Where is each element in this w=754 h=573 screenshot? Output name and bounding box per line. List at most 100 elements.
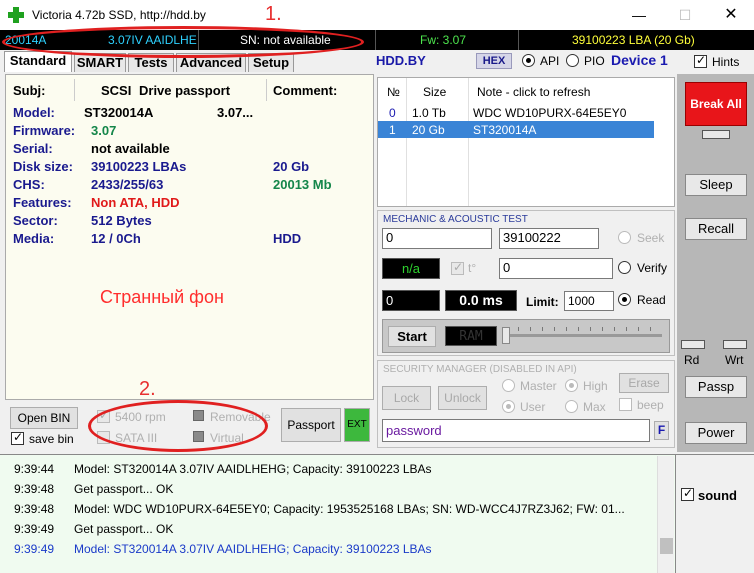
device-label[interactable]: Device 1 bbox=[611, 52, 668, 68]
passport-key: Model: bbox=[13, 105, 55, 120]
log-time: 9:39:49 bbox=[14, 542, 55, 556]
log-message: Model: ST320014A 3.07IV AAIDLHEHG; Capac… bbox=[74, 542, 432, 556]
passport-value: Non ATA, HDD bbox=[91, 195, 180, 210]
power-button[interactable]: Power bbox=[685, 422, 747, 444]
rd-label: Rd bbox=[684, 353, 700, 367]
api-radio[interactable] bbox=[522, 54, 535, 67]
erase-button[interactable]: Erase bbox=[619, 373, 669, 393]
info-separator bbox=[375, 30, 376, 50]
hdd-by-link[interactable]: HDD.BY bbox=[376, 53, 426, 68]
verify-radio[interactable] bbox=[618, 261, 631, 274]
maximize-button[interactable]: ☐ bbox=[662, 0, 708, 30]
save-bin-checkbox[interactable] bbox=[11, 430, 24, 445]
beep-checkbox[interactable] bbox=[619, 398, 632, 411]
security-title: SECURITY MANAGER (DISABLED IN API) bbox=[383, 364, 577, 375]
seek-radio[interactable] bbox=[618, 231, 631, 244]
drive-row-size: 20 Gb bbox=[412, 123, 445, 137]
log-time: 9:39:49 bbox=[14, 522, 55, 536]
passport-value: 12 / 0Ch bbox=[91, 231, 141, 246]
tab-standard[interactable]: Standard bbox=[4, 51, 72, 72]
victoria-window: Victoria 4.72b SSD, http://hdd.by — ☐ ✕ … bbox=[0, 0, 754, 573]
unlock-button[interactable]: Unlock bbox=[438, 386, 487, 410]
passport-key: CHS: bbox=[13, 177, 45, 192]
passport-key: Sector: bbox=[13, 213, 58, 228]
pio-radio[interactable] bbox=[566, 54, 579, 67]
app-cross-icon bbox=[8, 7, 24, 23]
drive-list-row-selected[interactable]: 1 20 Gb ST320014A bbox=[378, 121, 654, 138]
max-radio[interactable] bbox=[565, 400, 578, 413]
master-label: Master bbox=[520, 379, 557, 393]
annotation-ellipse-1 bbox=[2, 26, 364, 58]
end-lba-input[interactable]: 39100222 bbox=[499, 228, 599, 249]
passport-chs-extra: 20013 Mb bbox=[273, 177, 332, 192]
temperature-label: t° bbox=[468, 261, 477, 275]
drive-list-header-size[interactable]: Size bbox=[423, 85, 446, 99]
limit-label: Limit: bbox=[526, 295, 559, 309]
close-button[interactable]: ✕ bbox=[708, 0, 754, 30]
slider-tick bbox=[518, 327, 519, 331]
log-message: Model: WDC WD10PURX-64E5EY0; Capacity: 1… bbox=[74, 502, 625, 516]
passport-value: 512 Bytes bbox=[91, 213, 152, 228]
drive-row-num: 0 bbox=[389, 106, 396, 120]
lock-button[interactable]: Lock bbox=[382, 386, 431, 410]
passport-model-extra: 3.07... bbox=[217, 105, 254, 120]
comment-header: Comment: bbox=[273, 83, 338, 98]
high-radio[interactable] bbox=[565, 379, 578, 392]
access-time-display: 0.0 ms bbox=[445, 290, 517, 311]
log-scrollbar-thumb[interactable] bbox=[660, 538, 673, 554]
passp-button[interactable]: Passp bbox=[685, 376, 747, 398]
drive-list-separator bbox=[468, 78, 469, 206]
user-radio[interactable] bbox=[502, 400, 515, 413]
ext-button[interactable]: EXT bbox=[344, 408, 370, 442]
temperature-checkbox[interactable] bbox=[451, 260, 464, 275]
slider-tick bbox=[542, 327, 543, 331]
password-input[interactable]: password bbox=[382, 419, 650, 442]
break-all-button[interactable]: Break All bbox=[685, 82, 747, 126]
speed-slider-track[interactable] bbox=[507, 334, 662, 337]
seek-label: Seek bbox=[637, 231, 665, 245]
drive-list-row[interactable]: 0 1.0 Tb WDC WD10PURX-64E5EY0 bbox=[378, 104, 674, 121]
sleep-button[interactable]: Sleep bbox=[685, 174, 747, 196]
header-separator bbox=[266, 79, 267, 101]
sound-checkbox[interactable] bbox=[681, 486, 694, 501]
read-radio[interactable] bbox=[618, 293, 631, 306]
passport-key: Firmware: bbox=[13, 123, 76, 138]
header-separator bbox=[74, 79, 75, 101]
annotation-ellipse-2 bbox=[88, 400, 268, 452]
limit-input[interactable]: 1000 bbox=[564, 291, 614, 311]
log-message: Get passport... OK bbox=[74, 522, 174, 536]
hex-button[interactable]: HEX bbox=[476, 53, 512, 69]
drive-list-header-note[interactable]: Note - click to refresh bbox=[477, 85, 590, 99]
title-bar: Victoria 4.72b SSD, http://hdd.by — ☐ ✕ bbox=[0, 0, 754, 30]
minimize-button[interactable]: — bbox=[616, 0, 662, 30]
passport-button[interactable]: Passport bbox=[281, 408, 341, 442]
slider-tick bbox=[566, 327, 567, 331]
slider-tick bbox=[590, 327, 591, 331]
drive-list: № Size Note - click to refresh 0 1.0 Tb … bbox=[377, 77, 675, 207]
password-f-button[interactable]: F bbox=[654, 421, 669, 440]
open-bin-button[interactable]: Open BIN bbox=[10, 407, 78, 429]
security-manager-panel: SECURITY MANAGER (DISABLED IN API) Lock … bbox=[377, 360, 675, 448]
drive-list-header-num[interactable]: № bbox=[387, 85, 400, 99]
max-label: Max bbox=[583, 400, 606, 414]
master-radio[interactable] bbox=[502, 379, 515, 392]
hints-checkbox[interactable] bbox=[694, 53, 707, 68]
speed-slider-knob[interactable] bbox=[502, 327, 510, 344]
annotation-number-1: 1. bbox=[265, 3, 282, 25]
passport-key: Disk size: bbox=[13, 159, 73, 174]
window-title: Victoria 4.72b SSD, http://hdd.by bbox=[32, 8, 206, 22]
log-row: 9:39:48 Model: WDC WD10PURX-64E5EY0; Cap… bbox=[0, 499, 655, 519]
high-label: High bbox=[583, 379, 608, 393]
timer-input[interactable]: 0 bbox=[499, 258, 613, 279]
drive-passport-panel: Subj: SCSI Drive passport Comment: Model… bbox=[5, 74, 374, 400]
recall-button[interactable]: Recall bbox=[685, 218, 747, 240]
log-time: 9:39:44 bbox=[14, 462, 55, 476]
start-lba-input[interactable]: 0 bbox=[382, 228, 492, 249]
start-button[interactable]: Start bbox=[388, 326, 436, 347]
subj-header: Subj: bbox=[13, 83, 46, 98]
log-scrollbar[interactable] bbox=[657, 456, 674, 573]
slider-tick bbox=[626, 327, 627, 331]
passport-disk-size-extra: 20 Gb bbox=[273, 159, 310, 174]
read-label: Read bbox=[637, 293, 666, 307]
drive-row-num: 1 bbox=[389, 123, 396, 137]
